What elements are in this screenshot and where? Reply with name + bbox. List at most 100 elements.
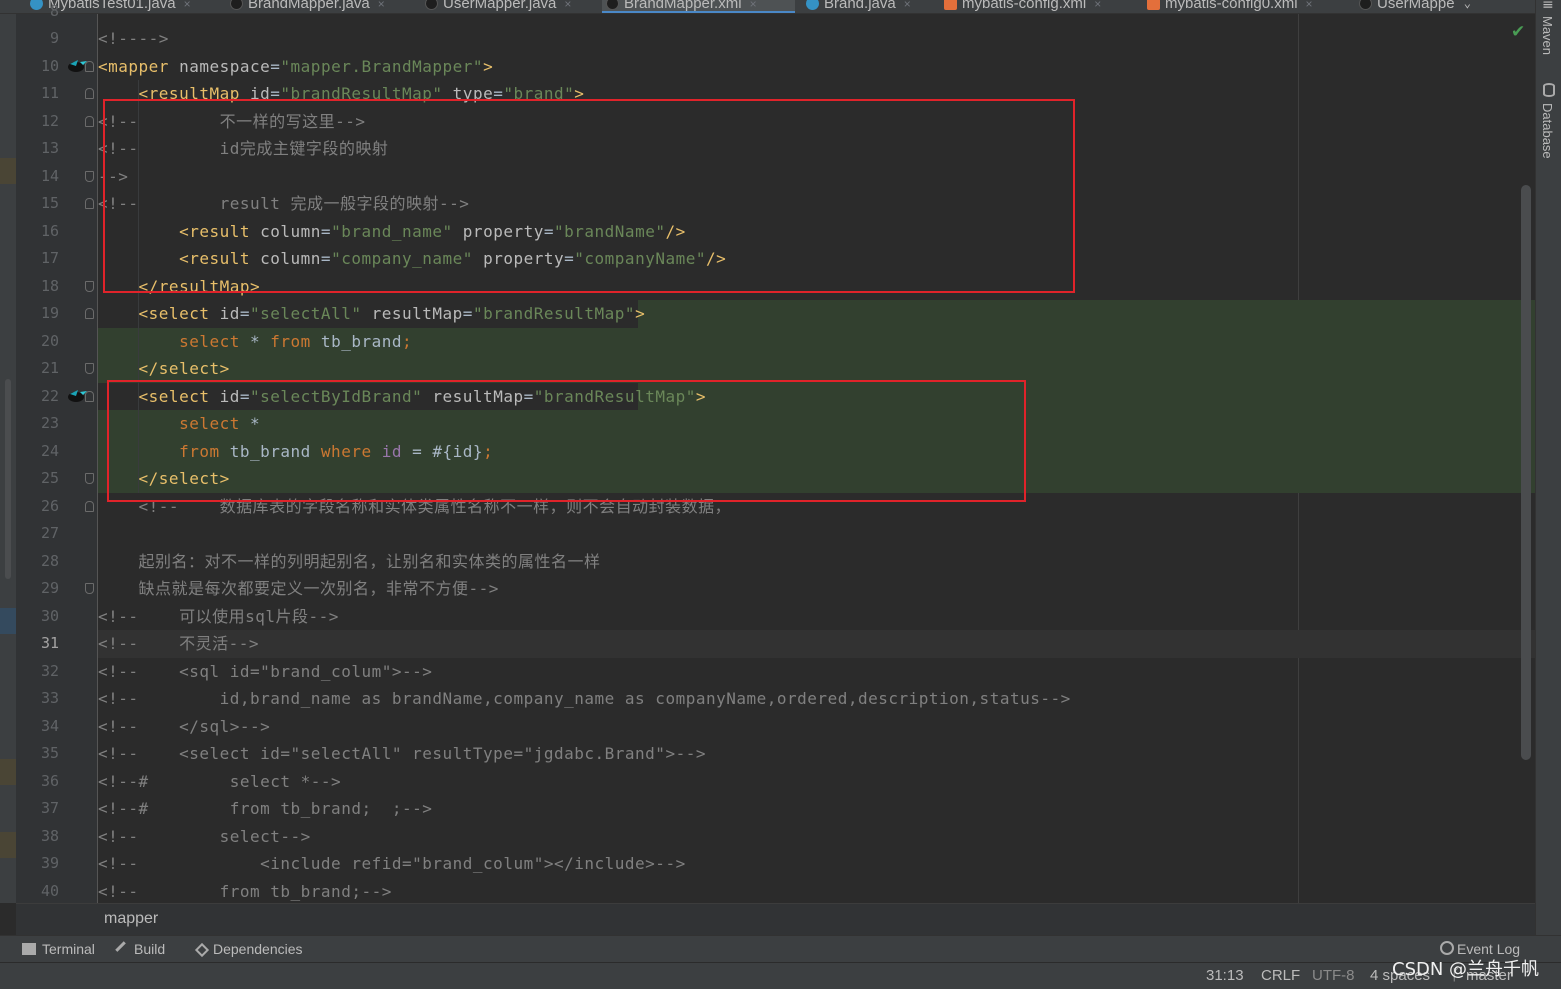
tab-usermapper-xml[interactable]: UserMappe (1355, 0, 1455, 13)
close-icon[interactable]: × (378, 0, 385, 11)
line-number[interactable]: 13 (16, 135, 59, 163)
code-line[interactable]: <!--# select *--> (98, 768, 341, 796)
mybatis-navigate-icon[interactable] (66, 58, 88, 74)
code-line[interactable]: <!----> (98, 25, 169, 53)
code-line[interactable]: </select> (98, 355, 230, 383)
mybatis-navigate-icon[interactable] (66, 388, 88, 404)
close-icon[interactable]: × (564, 0, 571, 11)
code-line[interactable]: <mapper namespace="mapper.BrandMapper"> (98, 53, 493, 81)
tab-brandmapper-xml[interactable]: BrandMapper.xml × (602, 0, 795, 13)
close-icon[interactable]: × (1094, 0, 1101, 11)
code-token: = (270, 56, 281, 76)
line-number[interactable]: 39 (16, 850, 59, 878)
fold-expand-icon[interactable] (85, 198, 94, 209)
maven-tool-button[interactable]: Maven (1540, 16, 1555, 55)
caret-position[interactable]: 31:13 (1206, 967, 1244, 984)
dependencies-tool-button[interactable]: Dependencies (194, 941, 303, 958)
tab-brandmapper-java[interactable]: BrandMapper.java × (226, 0, 385, 13)
line-number[interactable]: 20 (16, 328, 59, 356)
mybatis-xml-icon (606, 0, 619, 10)
line-number[interactable]: 29 (16, 575, 59, 603)
line-number[interactable]: 37 (16, 795, 59, 823)
line-number[interactable]: 28 (16, 548, 59, 576)
close-icon[interactable]: × (184, 0, 191, 11)
line-number[interactable]: 34 (16, 713, 59, 741)
tab-label: mybatis-config0.xml (1165, 0, 1298, 12)
tab-usermapper-java[interactable]: UserMapper.java × (421, 0, 571, 13)
code-line[interactable]: <select id="selectAll" resultMap="brandR… (98, 300, 645, 328)
code-line[interactable]: <!-- <include refid="brand_colum"></incl… (98, 850, 686, 878)
line-number[interactable]: 33 (16, 685, 59, 713)
line-number[interactable]: 19 (16, 300, 59, 328)
code-line[interactable]: <!-- <select id="selectAll" resultType="… (98, 740, 706, 768)
code-line[interactable]: <!-- select--> (98, 823, 311, 851)
maven-icon[interactable]: ≡ (1542, 0, 1554, 13)
fold-collapse-icon[interactable] (85, 363, 94, 374)
close-icon[interactable]: × (1306, 0, 1313, 11)
terminal-tool-button[interactable]: Terminal (22, 941, 95, 957)
code-line[interactable]: <!-- 不灵活--> (98, 630, 259, 658)
code-line[interactable]: <!-- 可以使用sql片段--> (98, 603, 339, 631)
breadcrumb-item-mapper[interactable]: mapper (104, 910, 158, 928)
tab-label: BrandMapper.xml (624, 0, 742, 12)
code-line[interactable]: <!-- from tb_brand;--> (98, 878, 392, 904)
line-number[interactable]: 25 (16, 465, 59, 493)
fold-collapse-icon[interactable] (85, 473, 94, 484)
database-tool-button[interactable]: Database (1540, 103, 1555, 159)
line-number[interactable]: 10 (16, 53, 59, 81)
line-number[interactable]: 11 (16, 80, 59, 108)
code-line[interactable]: 缺点就是每次都要定义一次别名，非常不方便--> (98, 575, 499, 603)
line-number[interactable]: 38 (16, 823, 59, 851)
database-icon (1543, 83, 1555, 97)
line-number[interactable]: 27 (16, 520, 59, 548)
line-number[interactable]: 16 (16, 218, 59, 246)
line-number[interactable]: 32 (16, 658, 59, 686)
fold-collapse-icon[interactable] (85, 280, 94, 292)
line-number[interactable]: 26 (16, 493, 59, 521)
line-separator[interactable]: CRLF (1261, 967, 1300, 984)
code-token: = (239, 304, 250, 323)
line-number[interactable]: 15 (16, 190, 59, 218)
code-line[interactable]: <!-- <sql id="brand_colum">--> (98, 658, 432, 686)
line-number[interactable]: 23 (16, 410, 59, 438)
line-number[interactable]: 17 (16, 245, 59, 273)
line-number[interactable]: 21 (16, 355, 59, 383)
inspection-ok-icon[interactable]: ✔ (1511, 22, 1525, 42)
line-number[interactable]: 14 (16, 163, 59, 191)
fold-collapse-icon[interactable] (85, 583, 94, 594)
tab-mybatis-config0-xml[interactable]: mybatis-config0.xml × (1143, 0, 1313, 13)
line-number[interactable]: 12 (16, 108, 59, 136)
code-line[interactable]: <!--# from tb_brand; ;--> (98, 795, 432, 823)
code-line[interactable]: select * from tb_brand; (98, 328, 412, 356)
fold-expand-icon[interactable] (85, 88, 94, 99)
line-number[interactable]: 24 (16, 438, 59, 466)
line-number[interactable]: 35 (16, 740, 59, 768)
code-line[interactable]: 起别名：对不一样的列明起别名，让别名和实体类的属性名一样 (98, 548, 601, 576)
editor-scrollbar[interactable] (1521, 185, 1531, 760)
left-scroll-thumb[interactable] (5, 379, 11, 579)
tab-mybatis-config-xml[interactable]: mybatis-config.xml × (940, 0, 1101, 13)
line-number[interactable]: 40 (16, 878, 59, 906)
line-number[interactable]: 30 (16, 603, 59, 631)
fold-expand-icon[interactable] (85, 500, 94, 512)
line-number[interactable]: 9 (16, 25, 59, 53)
fold-expand-icon[interactable] (85, 115, 94, 127)
close-icon[interactable]: × (750, 0, 757, 11)
line-number[interactable]: 36 (16, 768, 59, 796)
chevron-down-icon[interactable]: ⌄ (1464, 0, 1471, 10)
code-line[interactable]: <!-- </sql>--> (98, 713, 270, 741)
line-number[interactable]: 31 (16, 630, 59, 658)
code-line[interactable]: <!-- id,brand_name as brandName,company_… (98, 685, 1071, 713)
fold-collapse-icon[interactable] (85, 170, 94, 182)
java-class-icon (806, 0, 819, 10)
xml-file-icon (1147, 0, 1160, 10)
build-tool-button[interactable]: Build (115, 941, 165, 957)
fold-expand-icon[interactable] (85, 308, 94, 319)
line-number[interactable]: 22 (16, 383, 59, 411)
line-number[interactable]: 18 (16, 273, 59, 301)
tab-label: mybatis-config.xml (962, 0, 1087, 12)
tab-brand-java[interactable]: Brand.java × (802, 0, 911, 13)
close-icon[interactable]: × (904, 0, 911, 11)
line-number: 8 (49, 1, 59, 20)
file-encoding[interactable]: UTF-8 (1312, 967, 1355, 984)
